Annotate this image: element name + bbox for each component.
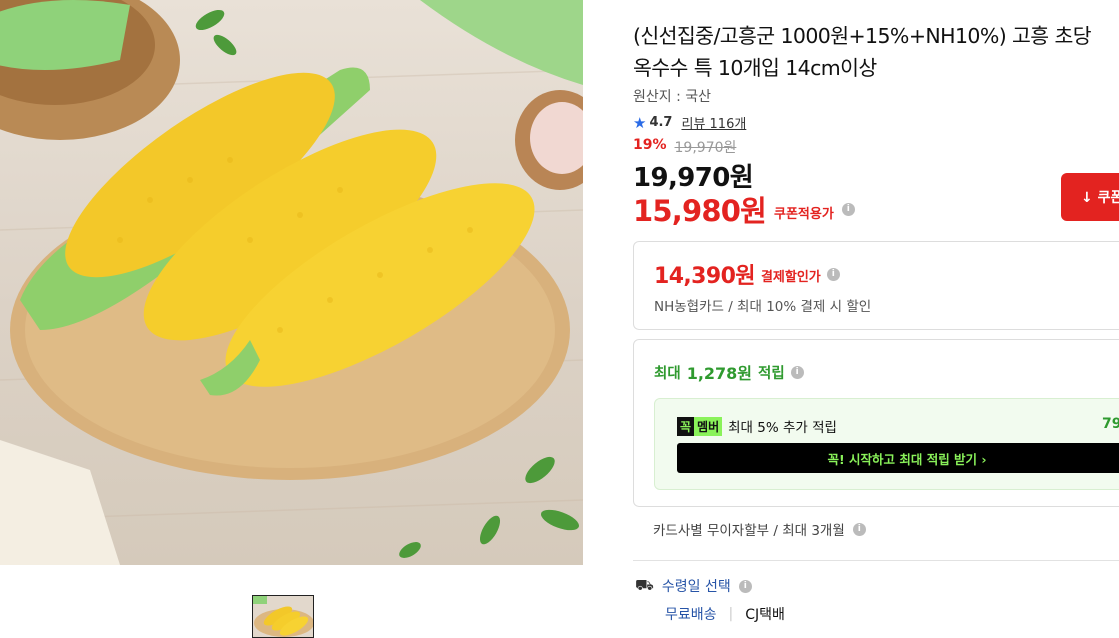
membership-badge: 꼭 멤버 bbox=[677, 416, 723, 436]
free-shipping-label: 무료배송 bbox=[665, 607, 717, 623]
coupon-download-button[interactable]: ↓ 쿠폰 bbox=[1061, 173, 1119, 221]
product-title: (신선집중/고흥군 1000원+15%+NH10%) 고흥 초당 옥수수 특 1… bbox=[633, 20, 1119, 84]
info-icon[interactable]: i bbox=[852, 522, 866, 536]
truck-icon: ⛟ bbox=[635, 576, 654, 594]
membership-badge-b: 멤버 bbox=[694, 416, 723, 436]
separator: | bbox=[728, 606, 734, 622]
rating-row: ★ 4.7 리뷰 116개 bbox=[633, 113, 746, 133]
coupon-price-row: 15,980원 쿠폰적용가 i bbox=[633, 188, 855, 230]
coupon-price: 15,980원 bbox=[633, 194, 767, 228]
info-icon[interactable]: i bbox=[826, 267, 840, 281]
payment-discount-row: 14,390원 결제할인가 i bbox=[654, 258, 840, 290]
card-discount-description: NH농협카드 / 최대 10% 결제 시 할인 bbox=[654, 299, 872, 315]
membership-row: 꼭 멤버 최대 5% 추가 적립 bbox=[677, 416, 837, 436]
original-price: 19,970원 bbox=[674, 140, 737, 156]
membership-panel: 꼭 멤버 최대 5% 추가 적립 79 꼭! 시작하고 최대 적립 받기 › bbox=[654, 398, 1119, 490]
payment-discount-label: 결제할인가 bbox=[760, 270, 821, 285]
points-amount: 1,278원 bbox=[686, 364, 753, 383]
points-prefix: 최대 bbox=[654, 365, 681, 382]
product-title-line1: (신선집중/고흥군 1000원+15%+NH10%) 고흥 초당 bbox=[633, 24, 1092, 48]
membership-start-button[interactable]: 꼭! 시작하고 최대 적립 받기 › bbox=[677, 443, 1119, 473]
info-icon[interactable]: i bbox=[841, 202, 855, 216]
section-divider bbox=[633, 560, 1119, 561]
discount-row: 19% 19,970원 bbox=[633, 137, 736, 157]
coupon-price-label: 쿠폰적용가 bbox=[774, 206, 834, 222]
review-count-link[interactable]: 리뷰 116개 bbox=[681, 113, 746, 132]
max-points-row: 최대 1,278원 적립 i bbox=[654, 360, 804, 384]
membership-badge-a: 꼭 bbox=[677, 416, 695, 436]
delivery-date-select[interactable]: 수령일 선택 bbox=[662, 576, 731, 596]
payment-discount-box: 14,390원 결제할인가 i NH농협카드 / 최대 10% 결제 시 할인 bbox=[633, 241, 1119, 330]
delivery-row[interactable]: ⛟ 수령일 선택 i bbox=[635, 576, 752, 596]
product-title-line2: 옥수수 특 10개입 14cm이상 bbox=[633, 56, 877, 80]
points-suffix: 적립 bbox=[758, 365, 785, 382]
installment-text: 카드사별 무이자할부 / 최대 3개월 bbox=[653, 523, 845, 539]
points-box: 최대 1,278원 적립 i 꼭 멤버 최대 5% 추가 적립 79 꼭! 시작… bbox=[633, 339, 1119, 507]
discount-rate: 19% bbox=[633, 137, 667, 153]
product-thumbnail[interactable] bbox=[252, 595, 314, 638]
info-icon[interactable]: i bbox=[738, 579, 752, 593]
installment-row: 카드사별 무이자할부 / 최대 3개월 i bbox=[653, 519, 866, 539]
carrier-label: CJ택배 bbox=[745, 607, 785, 623]
product-image[interactable] bbox=[0, 0, 583, 565]
shipping-row: 무료배송 | CJ택배 bbox=[665, 604, 785, 624]
payment-discount-price: 14,390원 bbox=[654, 264, 756, 289]
origin-label: 원산지 : 국산 bbox=[633, 89, 712, 105]
info-icon[interactable]: i bbox=[790, 365, 804, 379]
membership-extra-points: 79 bbox=[1102, 416, 1119, 432]
membership-text: 최대 5% 추가 적립 bbox=[728, 420, 837, 436]
rating-score: 4.7 bbox=[649, 115, 673, 130]
star-icon: ★ bbox=[633, 113, 647, 132]
